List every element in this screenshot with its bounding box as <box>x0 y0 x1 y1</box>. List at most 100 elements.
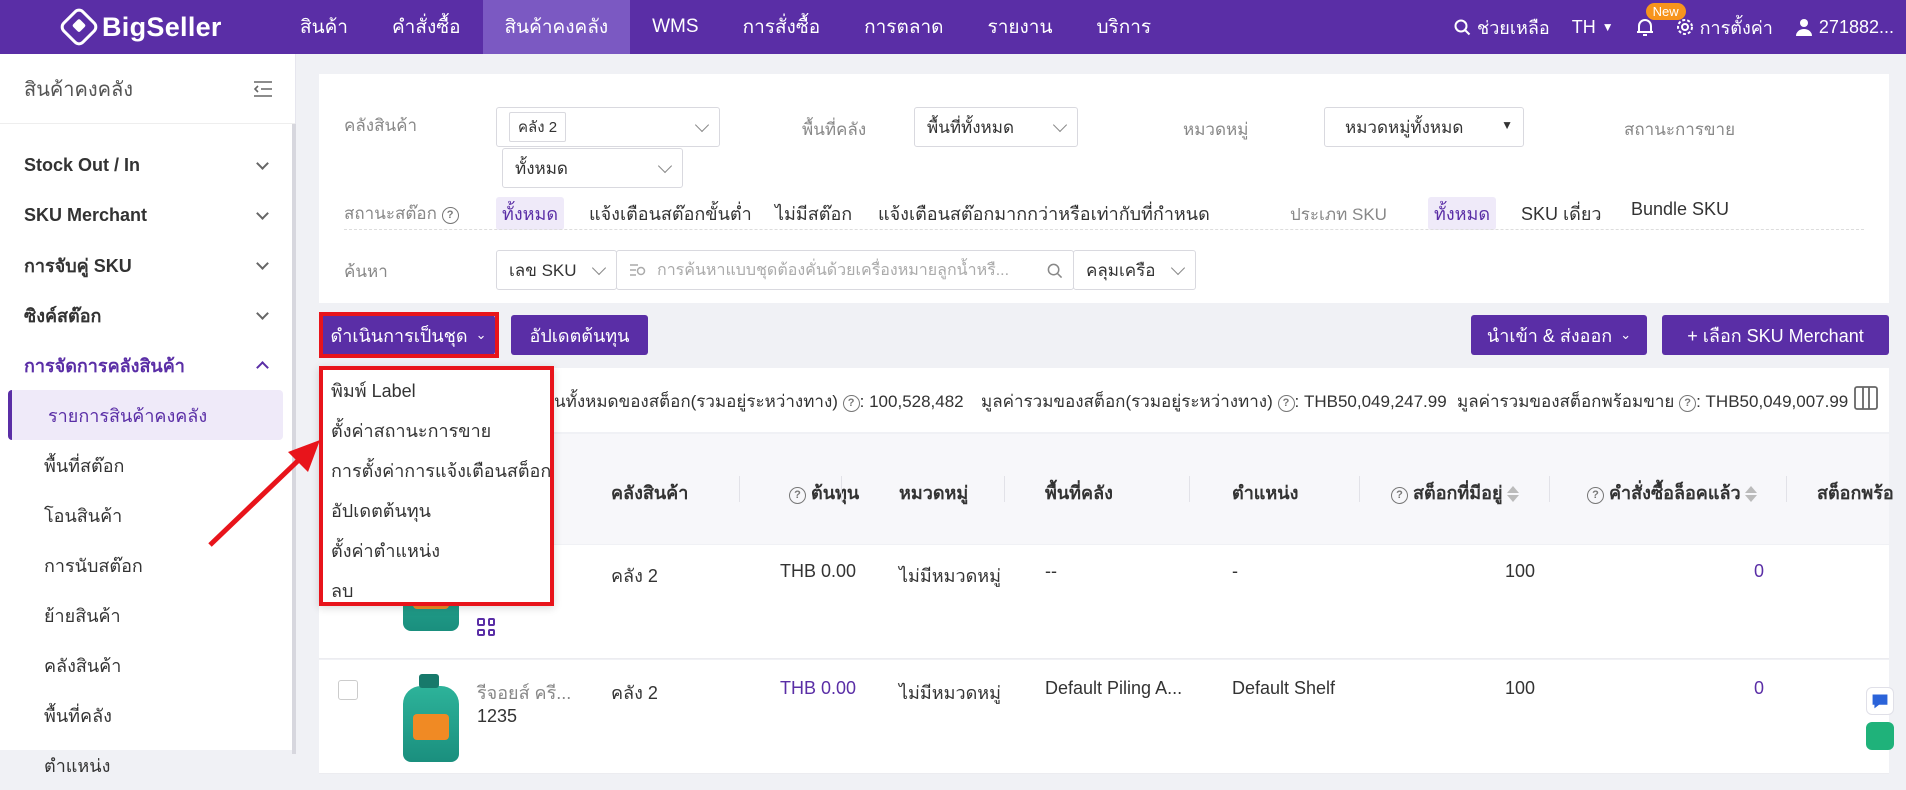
sidebar-item-warehouse[interactable]: คลังสินค้า <box>0 640 295 690</box>
sidebar-header: สินค้าคงคลัง <box>0 54 295 124</box>
collapse-menu-icon[interactable] <box>253 80 273 97</box>
cell-product-name[interactable]: รีจอยส์ ครี... <box>477 678 571 707</box>
nav-orders[interactable]: คำสั่งซื้อ <box>370 0 483 54</box>
sidebar-item-location[interactable]: ตำแหน่ง <box>0 740 295 790</box>
nav-wms[interactable]: WMS <box>630 0 720 54</box>
settings-link[interactable]: การตั้งค่า <box>1676 13 1773 42</box>
help-link[interactable]: ช่วยเหลือ <box>1454 13 1550 42</box>
sidebar-title: สินค้าคงคลัง <box>24 78 134 101</box>
stock-opt-min-alert[interactable]: แจ้งเตือนสต๊อกขั้นต่ำ <box>589 199 752 228</box>
warehouse-select[interactable]: คลัง 2 <box>496 107 720 147</box>
search-mode-select[interactable]: คลุมเครือ <box>1073 250 1196 290</box>
menu-delete[interactable]: ลบ <box>323 570 550 610</box>
stock-status-label: สถานะสต๊อก ? <box>344 200 459 227</box>
group-label: ซิงค์สต๊อก <box>24 305 102 326</box>
cell-product-code: 1235 <box>477 706 518 726</box>
sale-status-label: สถานะการขาย <box>1624 120 1736 139</box>
sidebar-group-stock-out-in[interactable]: Stock Out / In <box>0 140 295 190</box>
annotation-arrow <box>208 440 320 547</box>
menu-update-cost[interactable]: อัปเดตต้นทุน <box>323 490 550 530</box>
menu-stock-alert-settings[interactable]: การตั้งค่าการแจ้งเตือนสต็อก <box>323 450 551 490</box>
columns-icon[interactable] <box>1854 386 1878 410</box>
support-icon[interactable] <box>1866 722 1894 750</box>
column-divider <box>1004 476 1005 502</box>
nav-inventory[interactable]: สินค้าคงคลัง <box>482 0 631 54</box>
cell-cost[interactable]: THB 0.00 <box>780 678 856 699</box>
chat-icon[interactable] <box>1866 687 1894 715</box>
sku-type-bundle[interactable]: Bundle SKU <box>1631 199 1729 220</box>
logo-icon <box>57 5 101 49</box>
user-menu[interactable]: 271882... <box>1795 17 1894 38</box>
nav-marketing[interactable]: การตลาด <box>842 0 965 54</box>
menu-print-label[interactable]: พิมพ์ Label <box>323 370 550 410</box>
stat-sale-value-box: มูลค่ารวมของสต็อกพร้อมขาย ?: THB50,049,0… <box>1457 388 1848 415</box>
group-label: Stock Out / In <box>24 154 141 175</box>
sidebar-group-stock-sync[interactable]: ซิงค์สต๊อก <box>0 290 295 340</box>
bell-icon <box>1636 19 1653 36</box>
import-export-button[interactable]: นำเข้า & ส่งออก ⌄ <box>1471 315 1647 355</box>
sidebar-item-inventory-list[interactable]: รายการสินค้าคงคลัง <box>8 390 283 440</box>
nav-reports[interactable]: รายงาน <box>966 0 1075 54</box>
search-mode-value: คลุมเครือ <box>1086 260 1156 280</box>
help-label: ช่วยเหลือ <box>1476 17 1550 38</box>
help-icon[interactable]: ? <box>1679 395 1697 412</box>
warehouse-all-select[interactable]: ทั้งหมด <box>502 148 683 188</box>
stock-opt-all[interactable]: ทั้งหมด <box>496 197 565 230</box>
sidebar-group-sku-merchant[interactable]: SKU Merchant <box>0 190 295 240</box>
add-sku-merchant-button[interactable]: + เลือก SKU Merchant <box>1662 315 1889 355</box>
sku-type-all[interactable]: ทั้งหมด <box>1428 197 1497 230</box>
sku-type-single[interactable]: SKU เดี่ยว <box>1521 199 1602 228</box>
stock-opt-over-alert[interactable]: แจ้งเตือนสต๊อกมากกว่าหรือเท่ากับที่กำหนด <box>878 199 1210 228</box>
nav-purchase[interactable]: การสั่งซื้อ <box>721 0 843 54</box>
notifications[interactable]: New <box>1636 3 1686 37</box>
sort-icon[interactable] <box>1744 486 1757 503</box>
bundle-grid-icon[interactable] <box>477 618 495 636</box>
search-placeholder: การค้นหาแบบชุดต้องคั่นด้วยเครื่องหมายลูก… <box>657 261 1010 279</box>
search-input[interactable]: การค้นหาแบบชุดต้องคั่นด้วยเครื่องหมายลูก… <box>616 250 1074 290</box>
help-icon[interactable]: ? <box>1277 395 1295 412</box>
search-icon[interactable] <box>1047 263 1063 279</box>
column-divider <box>1189 476 1190 502</box>
sidebar-item-warehouse-area[interactable]: พื้นที่คลัง <box>0 690 295 740</box>
stat-total-value: : 100,528,482 <box>859 392 964 411</box>
stat-value-label: มูลค่ารวมของสต็อก(รวมอยู่ระหว่างทาง) <box>981 392 1273 411</box>
nav-services[interactable]: บริการ <box>1074 0 1173 54</box>
chevron-down-icon <box>256 156 269 170</box>
search-field-value: เลข SKU <box>509 260 577 280</box>
cell-locked[interactable]: 0 <box>1754 561 1764 582</box>
search-field-select[interactable]: เลข SKU <box>496 250 617 290</box>
cell-locked[interactable]: 0 <box>1754 678 1764 699</box>
category-select[interactable]: หมวดหมู่ทั้งหมด ▼ <box>1324 107 1524 147</box>
menu-set-sale-status[interactable]: ตั้งค่าสถานะการขาย <box>323 410 550 450</box>
help-icon[interactable]: ? <box>789 487 806 504</box>
menu-set-location[interactable]: ตั้งค่าตำแหน่ง <box>323 530 550 570</box>
bigseller-logo[interactable]: BigSeller <box>57 5 222 49</box>
stock-opt-out[interactable]: ไม่มีสต๊อก <box>775 199 852 228</box>
sidebar-group-warehouse-management[interactable]: การจัดการคลังสินค้า <box>0 340 295 390</box>
help-icon[interactable]: ? <box>441 207 459 224</box>
gear-icon <box>1676 19 1693 35</box>
stats-bar: นทั้งหมดของสต็อก(รวมอยู่ระหว่างทาง) ?: 1… <box>319 368 1889 432</box>
sidebar-scrollbar[interactable] <box>292 124 296 754</box>
help-icon[interactable]: ? <box>1587 487 1604 504</box>
update-cost-button[interactable]: อัปเดตต้นทุน <box>511 315 648 355</box>
product-thumbnail[interactable] <box>403 674 459 762</box>
th-locked-orders[interactable]: ? คำสั่งซื้อล็อคแล้ว <box>1587 478 1757 507</box>
main-nav: สินค้า คำสั่งซื้อ สินค้าคงคลัง WMS การสั… <box>278 0 1173 54</box>
sort-icon[interactable] <box>1506 486 1519 503</box>
sidebar-group-sku-mapping[interactable]: การจับคู่ SKU <box>0 240 295 290</box>
stat-total-value-box: มูลค่ารวมของสต็อก(รวมอยู่ระหว่างทาง) ?: … <box>981 388 1447 415</box>
top-nav-bar: BigSeller สินค้า คำสั่งซื้อ สินค้าคงคลัง… <box>0 0 1906 54</box>
row-checkbox[interactable] <box>338 680 358 700</box>
th-available-stock[interactable]: ? สต็อกที่มีอยู่ <box>1391 478 1519 507</box>
nav-products[interactable]: สินค้า <box>278 0 370 54</box>
cell-cost: THB 0.00 <box>780 561 857 581</box>
chevron-down-icon <box>256 206 269 220</box>
help-icon[interactable]: ? <box>842 395 860 412</box>
area-label: พื้นที่คลัง <box>802 120 867 139</box>
language-select[interactable]: TH ▼ <box>1572 17 1614 38</box>
column-divider <box>1359 476 1360 502</box>
help-icon[interactable]: ? <box>1391 487 1408 504</box>
area-select[interactable]: พื้นที่ทั้งหมด <box>914 107 1078 147</box>
sidebar-item-move[interactable]: ย้ายสินค้า <box>0 590 295 640</box>
